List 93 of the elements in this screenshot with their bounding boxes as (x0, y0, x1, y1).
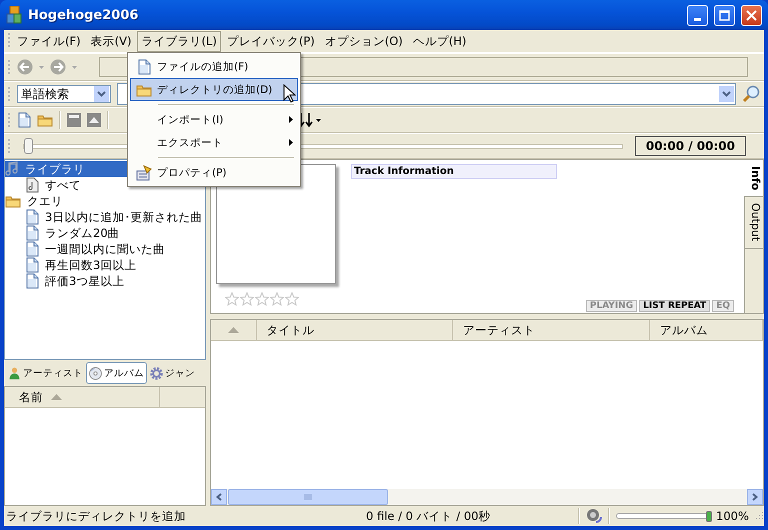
minimize-icon (694, 18, 701, 20)
chevron-right-icon (752, 493, 758, 501)
status-message: ライブラリにディレクトリを追加 (5, 508, 187, 524)
volume-reading: 100% (716, 509, 750, 523)
tree-item[interactable]: 3日以内に追加･更新された曲 (43, 210, 204, 224)
status-indicator: EQ (712, 300, 734, 312)
person-icon (8, 366, 21, 380)
column-header[interactable]: 名前 (5, 387, 160, 407)
scrollbar-thumb[interactable] (228, 489, 388, 505)
document-icon (25, 209, 39, 225)
caret-icon (72, 66, 77, 68)
menu-item[interactable]: ファイル(F) (13, 30, 85, 52)
grip-icon (8, 112, 11, 128)
tree-item[interactable]: 評価3つ星以上 (43, 274, 126, 288)
grip-icon (8, 59, 11, 75)
chevron-down-icon (722, 91, 731, 97)
close-button[interactable] (741, 4, 762, 26)
document-icon (25, 241, 39, 257)
browser-tab[interactable]: アルバム (86, 362, 147, 384)
window-title: Hogehoge2006 (28, 8, 140, 22)
status-summary: 0 file / 0 バイト / 00秒 (366, 508, 492, 524)
app-icon (6, 6, 22, 24)
rating-stars[interactable] (225, 292, 299, 306)
scroll-right-button[interactable] (747, 489, 763, 505)
column-header[interactable]: アーティスト (453, 320, 650, 340)
new-file-icon[interactable] (17, 112, 31, 128)
browser-tab[interactable]: アーティスト (5, 362, 86, 384)
disc-icon (89, 366, 102, 380)
chevron-left-icon (216, 493, 222, 501)
submenu-arrow-icon (289, 139, 293, 146)
browser-tab[interactable]: ジャン (147, 362, 198, 384)
search-icon[interactable] (742, 85, 760, 103)
properties-icon (136, 164, 152, 180)
menu-item[interactable]: プロパティ(P) (130, 161, 298, 184)
document-icon (137, 58, 151, 74)
sort-ascending-icon (228, 327, 239, 333)
grip-icon (304, 494, 312, 500)
folder-icon[interactable] (37, 113, 53, 127)
menu-item[interactable]: ディレクトリの追加(D) (130, 78, 298, 101)
submenu-arrow-icon (289, 116, 293, 123)
star-icon (255, 292, 269, 306)
menu-item[interactable]: 表示(V) (86, 30, 136, 52)
sort-ascending-icon (51, 394, 62, 400)
side-tab[interactable]: Info (744, 160, 763, 198)
star-icon (240, 292, 254, 306)
folder-icon (136, 82, 152, 96)
grip-icon (8, 86, 11, 102)
forward-icon[interactable] (50, 59, 66, 75)
side-tab[interactable]: Output (745, 197, 763, 248)
minimize-button[interactable] (687, 4, 708, 26)
close-icon (746, 10, 757, 20)
column-header[interactable]: タイトル (256, 320, 454, 340)
menu-item[interactable]: プレイバック(P) (222, 30, 319, 52)
time-display: 00:00 / 00:00 (634, 136, 746, 156)
document-icon (25, 273, 39, 289)
status-indicator: LIST REPEAT (639, 300, 710, 312)
menu-item[interactable]: インポート(I) (130, 108, 298, 131)
star-icon (270, 292, 284, 306)
scroll-left-button[interactable] (211, 489, 227, 505)
tree-item[interactable]: ランダム20曲 (43, 226, 122, 240)
search-mode-dropdown[interactable]: 単語検索 (17, 85, 111, 103)
speaker-icon[interactable] (586, 508, 602, 524)
document-icon (25, 257, 39, 273)
star-icon (225, 292, 239, 306)
grip-icon (8, 138, 11, 154)
maximize-button[interactable] (714, 4, 735, 26)
column-header[interactable]: アルバム (650, 320, 763, 340)
menu-item[interactable]: エクスポート (130, 131, 298, 154)
menu-item[interactable]: ヘルプ(H) (408, 30, 470, 52)
grip-icon (8, 32, 11, 48)
document-icon (25, 225, 39, 241)
music-file-icon (25, 177, 39, 193)
section-header: Track Information (351, 164, 557, 179)
menu-item[interactable]: ライブラリ(L) (137, 30, 221, 52)
gear-icon (150, 366, 163, 380)
star-icon (285, 292, 299, 306)
chevron-down-icon (97, 91, 106, 97)
caret-icon (39, 66, 44, 68)
status-indicator: PLAYING (586, 300, 638, 312)
tree-item[interactable]: 一週間以内に聞いた曲 (43, 242, 167, 256)
tree-item[interactable]: クエリ (25, 194, 65, 208)
music-note-icon (5, 161, 19, 177)
folder-icon (5, 194, 21, 208)
panel-icon[interactable] (67, 113, 81, 127)
volume-slider[interactable] (616, 513, 710, 519)
menu-item[interactable]: オプション(O) (320, 30, 407, 52)
tree-item[interactable]: すべて (43, 178, 83, 192)
mouse-pointer-icon (283, 84, 296, 104)
back-icon[interactable] (17, 59, 33, 75)
tree-item[interactable]: 再生回数3回以上 (43, 258, 138, 272)
maximize-icon (719, 10, 730, 20)
eject-icon[interactable] (87, 113, 101, 127)
menu-item[interactable]: ファイルの追加(F) (130, 55, 298, 78)
